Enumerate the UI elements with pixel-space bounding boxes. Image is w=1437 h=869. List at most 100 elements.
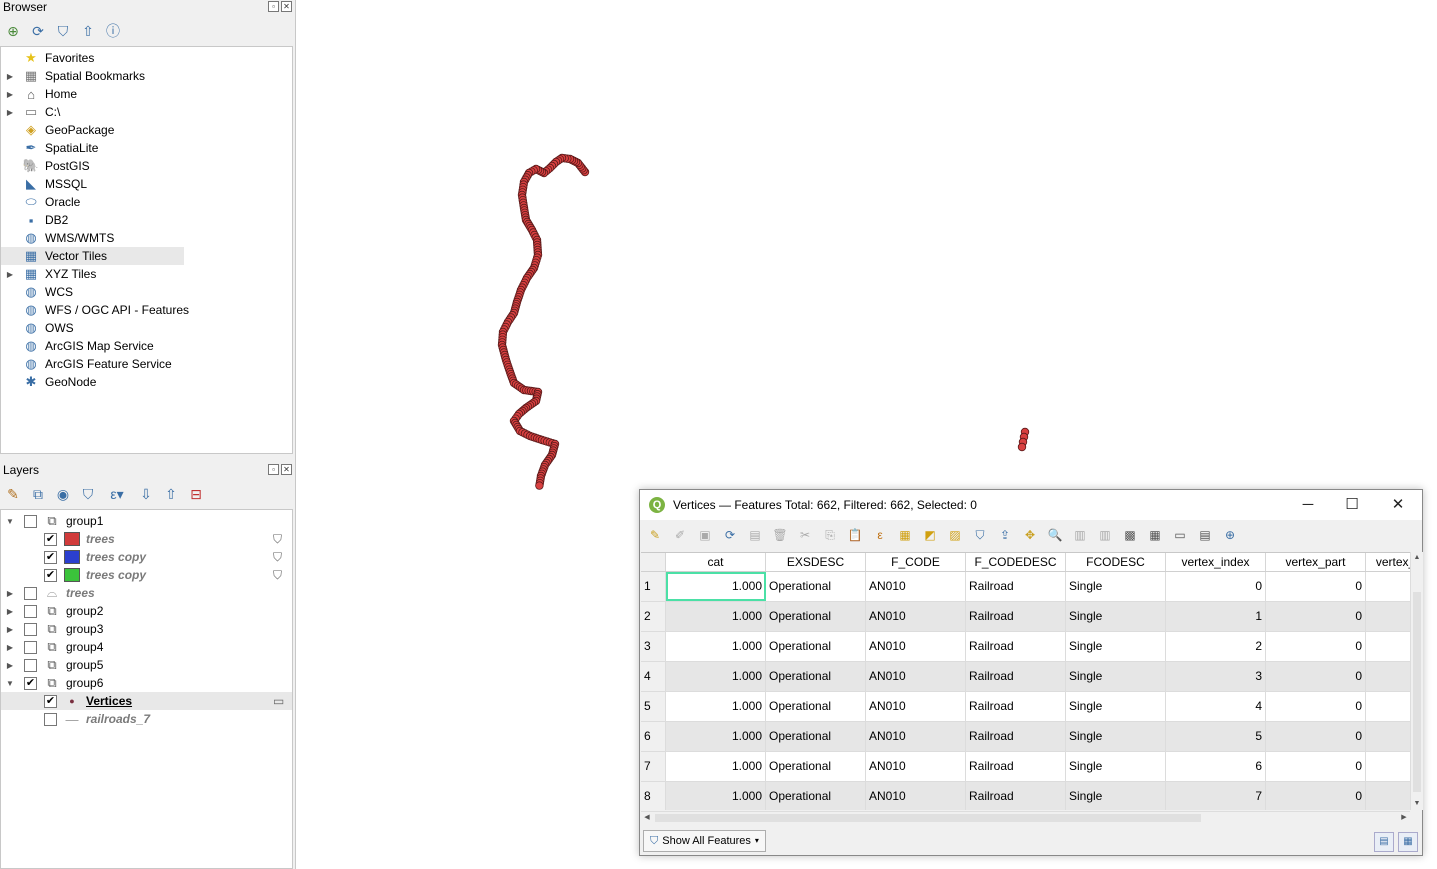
delete-field-icon[interactable]: ▥ <box>1094 525 1116 545</box>
row-number[interactable]: 5 <box>641 692 666 721</box>
scroll-up-icon[interactable]: ▲ <box>1411 552 1423 564</box>
table-cell[interactable]: 1.000 <box>666 632 766 661</box>
column-header[interactable]: cat <box>666 553 766 571</box>
row-number[interactable]: 2 <box>641 602 666 631</box>
browser-item[interactable]: ▪ DB2 <box>1 211 292 229</box>
table-row[interactable]: 1 1.000 Operational AN010 Railroad Single 0 0 <box>641 572 1410 602</box>
table-cell[interactable]: 0 <box>1266 782 1366 810</box>
copy-icon[interactable]: ⎘ <box>819 525 841 545</box>
scroll-left-icon[interactable]: ◀ <box>641 812 653 824</box>
table-cell[interactable]: 0 <box>1166 572 1266 601</box>
table-cell[interactable]: AN010 <box>866 632 966 661</box>
browser-item[interactable]: 🐘 PostGIS <box>1 157 292 175</box>
paste-icon[interactable]: 📋 <box>844 525 866 545</box>
row-number[interactable]: 3 <box>641 632 666 661</box>
layer-item[interactable]: ▶ ⧉ group5 <box>1 656 292 674</box>
move-selection-to-top-icon[interactable]: ⇪ <box>994 525 1016 545</box>
browser-item[interactable]: ▶ ⌂ Home <box>1 85 292 103</box>
filter-indicator-icon[interactable]: ⛉ <box>273 532 282 547</box>
add-group-icon[interactable]: ⧉ <box>27 483 49 505</box>
layer-item[interactable]: ✔ trees copy ⛉ <box>1 548 292 566</box>
browser-item[interactable]: ◈ GeoPackage <box>1 121 292 139</box>
table-cell[interactable] <box>1366 662 1410 691</box>
table-cell[interactable]: Single <box>1066 692 1166 721</box>
multi-edit-icon[interactable]: ✐ <box>669 525 691 545</box>
table-row[interactable]: 2 1.000 Operational AN010 Railroad Single 1 0 <box>641 602 1410 632</box>
visibility-icon[interactable]: ◉ <box>52 483 74 505</box>
visibility-checkbox[interactable]: ✔ <box>44 550 57 564</box>
filter-icon[interactable]: ⛉ <box>52 20 74 42</box>
layer-item[interactable]: ✔ trees ⛉ <box>1 530 292 548</box>
table-cell[interactable]: Operational <box>766 782 866 810</box>
maximize-button[interactable]: ☐ <box>1330 494 1374 516</box>
refresh-icon[interactable]: ⟳ <box>27 20 49 42</box>
table-cell[interactable]: Single <box>1066 752 1166 781</box>
new-field-icon[interactable]: ▥ <box>1069 525 1091 545</box>
table-cell[interactable]: Single <box>1066 782 1166 810</box>
table-row[interactable]: 6 1.000 Operational AN010 Railroad Single 5 0 <box>641 722 1410 752</box>
table-cell[interactable]: 0 <box>1266 572 1366 601</box>
table-cell[interactable]: 0 <box>1266 752 1366 781</box>
pan-to-selection-icon[interactable]: ✥ <box>1019 525 1041 545</box>
table-cell[interactable]: Railroad <box>966 722 1066 751</box>
form-view-icon[interactable]: ▤ <box>1374 832 1394 852</box>
table-cell[interactable] <box>1366 752 1410 781</box>
table-row[interactable]: 3 1.000 Operational AN010 Railroad Single 2 0 <box>641 632 1410 662</box>
table-cell[interactable]: AN010 <box>866 602 966 631</box>
browser-item[interactable]: ◍ WCS <box>1 283 292 301</box>
browser-item[interactable]: ✒ SpatiaLite <box>1 139 292 157</box>
expand-arrow-icon[interactable]: ▶ <box>5 270 15 279</box>
layer-item[interactable]: ▼ ⧉ group1 <box>1 512 292 530</box>
browser-item[interactable]: ✱ GeoNode <box>1 373 292 391</box>
table-cell[interactable]: AN010 <box>866 692 966 721</box>
minimize-button[interactable]: ─ <box>1286 494 1330 516</box>
horizontal-scrollbar[interactable]: ◀ ▶ <box>641 811 1410 824</box>
table-cell[interactable]: Single <box>1066 662 1166 691</box>
table-view-icon[interactable]: ▦ <box>1398 832 1418 852</box>
browser-item[interactable]: ◍ OWS <box>1 319 292 337</box>
conditional-formatting-icon[interactable]: ▦ <box>1144 525 1166 545</box>
table-cell[interactable]: 5 <box>1166 722 1266 751</box>
table-cell[interactable]: Operational <box>766 662 866 691</box>
row-number[interactable]: 6 <box>641 722 666 751</box>
visibility-checkbox[interactable] <box>24 586 37 600</box>
field-calculator-icon[interactable]: ▩ <box>1119 525 1141 545</box>
expand-arrow-icon[interactable]: ▶ <box>5 661 15 670</box>
table-cell[interactable]: 4 <box>1166 692 1266 721</box>
layer-item[interactable]: — railroads_7 <box>1 710 292 728</box>
float-panel-icon[interactable]: ▫ <box>268 464 279 475</box>
table-cell[interactable] <box>1366 782 1410 810</box>
cut-icon[interactable]: ✂ <box>794 525 816 545</box>
collapse-arrow-icon[interactable]: ▼ <box>5 517 15 526</box>
scroll-down-icon[interactable]: ▼ <box>1411 798 1423 810</box>
table-cell[interactable]: 6 <box>1166 752 1266 781</box>
table-cell[interactable]: Operational <box>766 572 866 601</box>
table-cell[interactable] <box>1366 602 1410 631</box>
invert-selection-icon[interactable]: ◩ <box>919 525 941 545</box>
table-cell[interactable]: 1.000 <box>666 722 766 751</box>
header-corner[interactable] <box>641 553 666 571</box>
filter-indicator-icon[interactable]: ⛉ <box>273 550 282 565</box>
table-cell[interactable]: Railroad <box>966 662 1066 691</box>
table-row[interactable]: 5 1.000 Operational AN010 Railroad Single 4 0 <box>641 692 1410 722</box>
layer-item[interactable]: ▶ ⧉ group3 <box>1 620 292 638</box>
close-button[interactable]: ✕ <box>1376 494 1420 516</box>
table-cell[interactable]: Railroad <box>966 692 1066 721</box>
visibility-checkbox[interactable]: ✔ <box>24 676 37 690</box>
table-cell[interactable] <box>1366 572 1410 601</box>
table-cell[interactable] <box>1366 632 1410 661</box>
filter-legend-icon[interactable]: ⛉ <box>77 483 99 505</box>
table-cell[interactable]: Railroad <box>966 632 1066 661</box>
layer-item[interactable]: ▶ ⧉ group4 <box>1 638 292 656</box>
table-cell[interactable]: Single <box>1066 602 1166 631</box>
column-header[interactable]: F_CODE <box>866 553 966 571</box>
float-panel-icon[interactable]: ▫ <box>268 1 279 12</box>
table-row[interactable]: 4 1.000 Operational AN010 Railroad Single 3 0 <box>641 662 1410 692</box>
row-number[interactable]: 8 <box>641 782 666 810</box>
visibility-checkbox[interactable] <box>24 622 37 636</box>
visibility-checkbox[interactable] <box>24 604 37 618</box>
expand-arrow-icon[interactable]: ▶ <box>5 643 15 652</box>
zoom-map-icon[interactable]: ⊕ <box>1219 525 1241 545</box>
browser-item[interactable]: ★ Favorites <box>1 49 292 67</box>
table-cell[interactable]: Railroad <box>966 782 1066 810</box>
